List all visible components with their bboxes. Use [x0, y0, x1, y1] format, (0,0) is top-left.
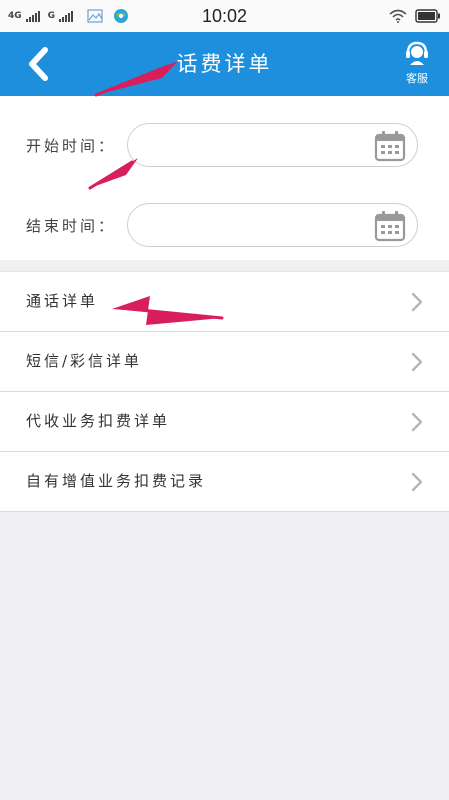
calendar-icon[interactable] — [373, 129, 407, 163]
screen: 4G G 10:02 话费详单 客服 开始时间： 结束时间： 通话详单 短信/彩… — [0, 0, 449, 800]
customer-service-icon — [406, 41, 428, 65]
status-right — [389, 0, 441, 32]
status-bar: 4G G 10:02 — [0, 0, 449, 32]
customer-service-button[interactable]: 客服 — [395, 40, 439, 90]
start-time-label: 开始时间： — [26, 137, 117, 155]
detail-menu-list: 通话详单 短信/彩信详单 代收业务扣费详单 自有增值业务扣费记录 — [0, 271, 449, 512]
status-time: 10:02 — [201, 6, 248, 26]
wifi-icon — [389, 9, 407, 23]
end-time-row: 结束时间： — [0, 201, 449, 251]
page-title: 话费详单 — [176, 52, 273, 76]
chevron-right-icon — [411, 352, 423, 372]
customer-service-label: 客服 — [406, 72, 428, 85]
chevron-right-icon — [411, 412, 423, 432]
start-time-row: 开始时间： — [0, 121, 449, 171]
list-item-sms-mms-details[interactable]: 短信/彩信详单 — [0, 332, 449, 392]
list-item-call-details[interactable]: 通话详单 — [0, 271, 449, 332]
list-item-label: 通话详单 — [26, 292, 99, 310]
calendar-icon[interactable] — [373, 209, 407, 243]
end-time-label: 结束时间： — [26, 217, 117, 235]
battery-icon — [415, 9, 440, 23]
list-item-label: 代收业务扣费详单 — [26, 412, 171, 430]
date-filter-panel: 开始时间： 结束时间： — [0, 96, 449, 260]
chevron-right-icon — [411, 292, 423, 312]
list-item-label: 短信/彩信详单 — [26, 352, 143, 370]
start-time-input[interactable] — [127, 123, 418, 167]
list-item-collection-service-details[interactable]: 代收业务扣费详单 — [0, 392, 449, 452]
list-item-value-added-records[interactable]: 自有增值业务扣费记录 — [0, 452, 449, 512]
list-item-label: 自有增值业务扣费记录 — [26, 472, 207, 490]
chevron-right-icon — [411, 472, 423, 492]
app-header: 话费详单 客服 — [0, 32, 449, 96]
end-time-input[interactable] — [127, 203, 418, 247]
